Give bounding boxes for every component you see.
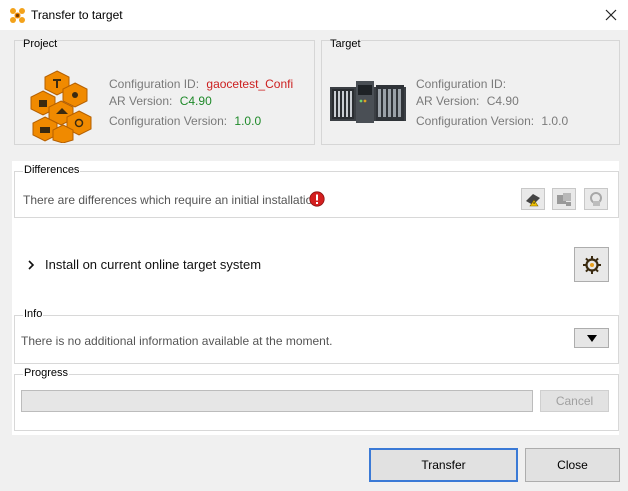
differences-label: Differences — [23, 164, 81, 176]
target-ar-version-label: AR Version: — [416, 94, 480, 108]
close-button[interactable]: Close — [525, 448, 620, 482]
window-close-button[interactable] — [594, 0, 628, 30]
target-config-id-label: Configuration ID: — [416, 77, 507, 91]
target-config-version-value: 1.0.0 — [541, 114, 569, 128]
plc-hardware-icon — [330, 81, 406, 123]
install-settings-button[interactable] — [574, 247, 609, 282]
progress-label: Progress — [23, 367, 70, 379]
installation-warning-button[interactable] — [521, 188, 545, 210]
gear-icon — [582, 255, 601, 274]
target-ar-version-value: C4.90 — [486, 94, 519, 108]
project-ar-version-label: AR Version: — [109, 94, 173, 108]
close-icon — [605, 9, 617, 21]
install-option-label[interactable]: Install on current online target system — [45, 257, 261, 272]
target-group: Target Configuration ID: AR Version: C4.… — [321, 38, 620, 145]
differences-message: There are differences which require an i… — [23, 193, 323, 207]
module-warning-icon — [526, 194, 540, 207]
project-config-id-label: Configuration ID: — [109, 77, 200, 91]
project-group: Project Configuration ID: gaocetest_Conf… — [14, 38, 315, 145]
module-compare-icon — [557, 193, 571, 206]
title-bar: Transfer to target — [0, 0, 628, 30]
chevron-right-icon[interactable] — [26, 259, 36, 271]
module-update-button[interactable] — [584, 188, 608, 210]
project-ar-version-value: C4.90 — [179, 94, 212, 108]
cancel-button[interactable]: Cancel — [540, 390, 609, 412]
progress-bar — [21, 390, 533, 412]
info-group: Info There is no additional information … — [14, 308, 619, 364]
triangle-down-icon — [586, 334, 597, 342]
project-config-version-label: Configuration Version: — [109, 114, 228, 128]
module-update-icon — [590, 192, 602, 206]
window-title: Transfer to target — [31, 8, 123, 22]
target-config-version-label: Configuration Version: — [416, 114, 535, 128]
target-group-label: Target — [330, 38, 361, 50]
differences-group: Differences There are differences which … — [14, 164, 619, 218]
transfer-button[interactable]: Transfer — [369, 448, 518, 482]
module-compare-button[interactable] — [552, 188, 576, 210]
error-icon — [309, 191, 325, 207]
project-group-label: Project — [23, 38, 58, 50]
info-message: There is no additional information avail… — [21, 334, 333, 348]
app-logo-icon — [10, 8, 25, 23]
info-label: Info — [23, 308, 44, 320]
project-hexagon-icon — [30, 70, 92, 143]
info-expand-button[interactable] — [574, 328, 609, 348]
project-config-version-value: 1.0.0 — [234, 114, 262, 128]
project-config-id-value: gaocetest_Confi — [206, 77, 294, 91]
